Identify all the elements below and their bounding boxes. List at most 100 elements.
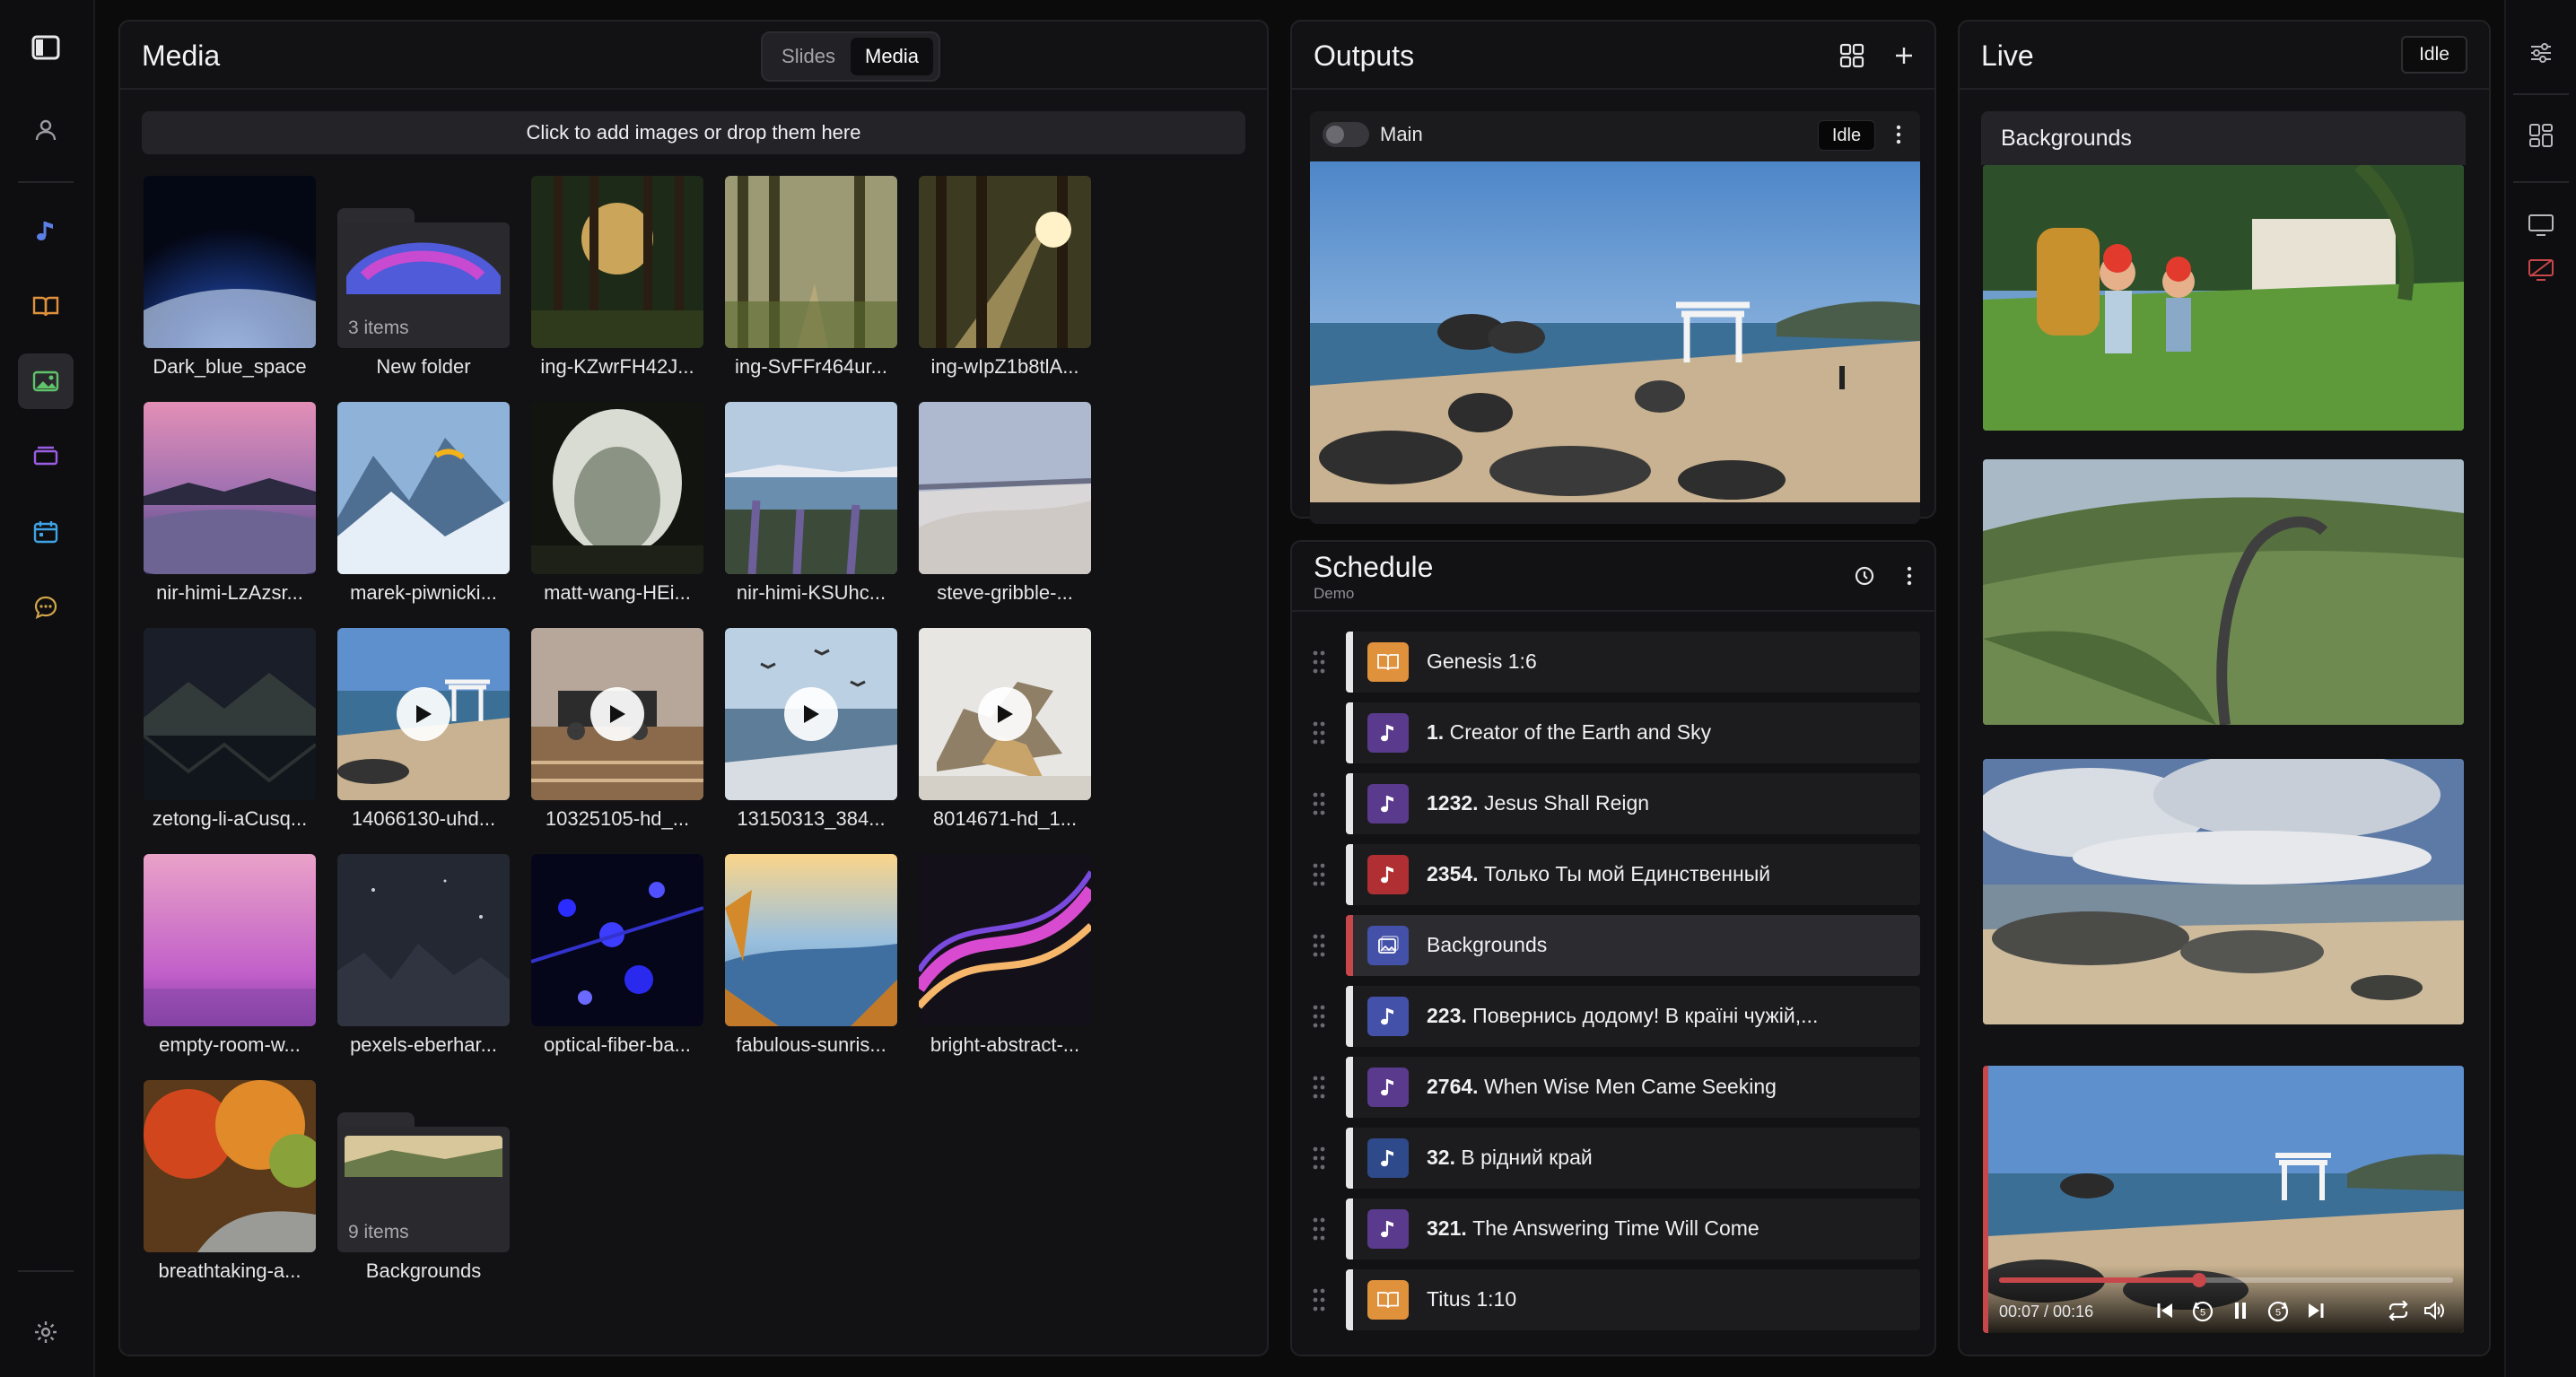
panel-title: Schedule: [1314, 551, 1434, 583]
drag-handle-icon[interactable]: [1310, 1002, 1328, 1031]
schedule-item-card[interactable]: Backgrounds: [1346, 915, 1920, 976]
adjustments-button[interactable]: [2513, 25, 2569, 81]
schedule-item-card[interactable]: 321. The Answering Time Will Come: [1346, 1198, 1920, 1259]
user-icon: [35, 119, 57, 141]
schedule-item-card[interactable]: 1. Creator of the Earth and Sky: [1346, 702, 1920, 763]
schedule-item[interactable]: 321. The Answering Time Will Come: [1310, 1198, 1920, 1259]
schedule-item[interactable]: Genesis 1:6: [1310, 632, 1920, 693]
media-image-tile[interactable]: zetong-li-aCusq...: [144, 628, 316, 830]
nav-media[interactable]: [18, 353, 74, 409]
media-video-tile[interactable]: 10325105-hd_...: [531, 628, 703, 830]
schedule-menu-button[interactable]: [1890, 556, 1929, 596]
media-image-tile[interactable]: Dark_blue_space: [144, 176, 316, 378]
add-output-button[interactable]: [1884, 36, 1924, 75]
schedule-item[interactable]: Titus 1:10: [1310, 1269, 1920, 1330]
drag-handle-icon[interactable]: [1310, 931, 1328, 960]
layout-button[interactable]: [2513, 108, 2569, 163]
media-dropzone[interactable]: Click to add images or drop them here: [142, 111, 1245, 154]
media-image-tile[interactable]: ing-KZwrFH42J...: [531, 176, 703, 378]
schedule-item-card[interactable]: 1232. Jesus Shall Reign: [1346, 773, 1920, 834]
media-image-tile[interactable]: marek-piwnicki...: [337, 402, 510, 604]
drag-handle-icon[interactable]: [1310, 789, 1328, 818]
media-image-tile[interactable]: pexels-eberhar...: [337, 854, 510, 1056]
tab-slides[interactable]: Slides: [768, 38, 849, 75]
monitor-icon: [2528, 214, 2554, 236]
profile-button[interactable]: [18, 102, 74, 158]
video-prev-button[interactable]: [2150, 1295, 2180, 1326]
drag-handle-icon[interactable]: [1310, 719, 1328, 747]
schedule-history-button[interactable]: [1845, 556, 1884, 596]
schedule-item-card[interactable]: Genesis 1:6: [1346, 632, 1920, 693]
media-image-tile[interactable]: ing-wIpZ1b8tlA...: [919, 176, 1091, 378]
media-video-tile[interactable]: 14066130-uhd...: [337, 628, 510, 830]
schedule-item-card[interactable]: 2764. When Wise Men Came Seeking: [1346, 1057, 1920, 1118]
media-image-tile[interactable]: optical-fiber-ba...: [531, 854, 703, 1056]
media-image-tile[interactable]: matt-wang-HEi...: [531, 402, 703, 604]
video-rewind-button[interactable]: 5: [2187, 1295, 2218, 1326]
tab-media[interactable]: Media: [851, 38, 933, 75]
media-image-tile[interactable]: breathtaking-a...: [144, 1080, 316, 1282]
media-label: 8014671-hd_1...: [932, 807, 1078, 830]
media-image-tile[interactable]: nir-himi-LzAzsr...: [144, 402, 316, 604]
media-image-tile[interactable]: fabulous-sunris...: [725, 854, 897, 1056]
output-name: Main: [1380, 123, 1423, 145]
media-image-tile[interactable]: nir-himi-KSUhc...: [725, 402, 897, 604]
video-loop-button[interactable]: [2383, 1295, 2414, 1326]
schedule-item[interactable]: 2764. When Wise Men Came Seeking: [1310, 1057, 1920, 1118]
schedule-item-card[interactable]: 2354. Только Ты мой Единственный: [1346, 844, 1920, 905]
media-video-tile[interactable]: 8014671-hd_1...: [919, 628, 1091, 830]
play-icon[interactable]: [397, 687, 450, 741]
settings-button[interactable]: [18, 1304, 74, 1360]
live-slide[interactable]: [1983, 759, 2464, 1024]
media-image-tile[interactable]: empty-room-w...: [144, 854, 316, 1056]
media-label: ing-KZwrFH42J...: [540, 355, 694, 378]
drag-handle-icon[interactable]: [1310, 1144, 1328, 1172]
video-forward-button[interactable]: 5: [2263, 1295, 2293, 1326]
schedule-item[interactable]: 32. В рідний край: [1310, 1128, 1920, 1189]
schedule-item-card[interactable]: 223. Повернись додому! В країні чужій,..…: [1346, 986, 1920, 1047]
schedule-item[interactable]: 1. Creator of the Earth and Sky: [1310, 702, 1920, 763]
video-next-button[interactable]: [2301, 1295, 2331, 1326]
drag-handle-icon[interactable]: [1310, 1285, 1328, 1314]
schedule-item-card[interactable]: Titus 1:10: [1346, 1269, 1920, 1330]
output-toggle[interactable]: [1323, 122, 1369, 147]
children-garden-image: [1983, 165, 2464, 431]
schedule-item[interactable]: Backgrounds: [1310, 915, 1920, 976]
video-volume-button[interactable]: [2419, 1295, 2449, 1326]
drag-handle-icon[interactable]: [1310, 860, 1328, 889]
toggle-sidebar-button[interactable]: [18, 20, 74, 75]
live-slide[interactable]: [1983, 165, 2464, 431]
play-icon[interactable]: [978, 687, 1032, 741]
layout-grid-button[interactable]: [1832, 36, 1872, 75]
media-video-tile[interactable]: 13150313_384...: [725, 628, 897, 830]
media-folder-tile[interactable]: 3 items New folder: [337, 176, 510, 378]
nav-calendar[interactable]: [18, 504, 74, 560]
live-video-slide[interactable]: 00:07 / 00:16 5 5: [1983, 1066, 2464, 1333]
schedule-item-type: [1367, 1280, 1409, 1320]
schedule-item[interactable]: 1232. Jesus Shall Reign: [1310, 773, 1920, 834]
media-folder-tile[interactable]: 9 items Backgrounds: [337, 1080, 510, 1282]
drag-handle-icon[interactable]: [1310, 648, 1328, 676]
schedule-item-card[interactable]: 32. В рідний край: [1346, 1128, 1920, 1189]
video-pause-button[interactable]: [2225, 1295, 2256, 1326]
media-image-tile[interactable]: bright-abstract-...: [919, 854, 1091, 1056]
nav-messages[interactable]: [18, 580, 74, 635]
output-menu-button[interactable]: [1879, 115, 1918, 154]
play-icon[interactable]: [590, 687, 644, 741]
drag-handle-icon[interactable]: [1310, 1215, 1328, 1243]
nav-presentations[interactable]: [18, 429, 74, 484]
nav-songs[interactable]: [18, 203, 74, 258]
live-slide[interactable]: [1983, 459, 2464, 725]
video-progress-track[interactable]: [1999, 1273, 2453, 1287]
video-scrubber[interactable]: [2191, 1273, 2206, 1287]
live-status-badge[interactable]: Idle: [2401, 36, 2467, 74]
schedule-item[interactable]: 223. Повернись додому! В країні чужій,..…: [1310, 986, 1920, 1047]
media-image-tile[interactable]: ing-SvFFr464ur...: [725, 176, 897, 378]
play-icon[interactable]: [784, 687, 838, 741]
nav-bible[interactable]: [18, 278, 74, 334]
drag-handle-icon[interactable]: [1310, 1073, 1328, 1102]
hide-output-button[interactable]: [2513, 242, 2569, 298]
live-header: Live Idle: [1960, 22, 2489, 90]
schedule-item[interactable]: 2354. Только Ты мой Единственный: [1310, 844, 1920, 905]
media-image-tile[interactable]: steve-gribble-...: [919, 402, 1091, 604]
